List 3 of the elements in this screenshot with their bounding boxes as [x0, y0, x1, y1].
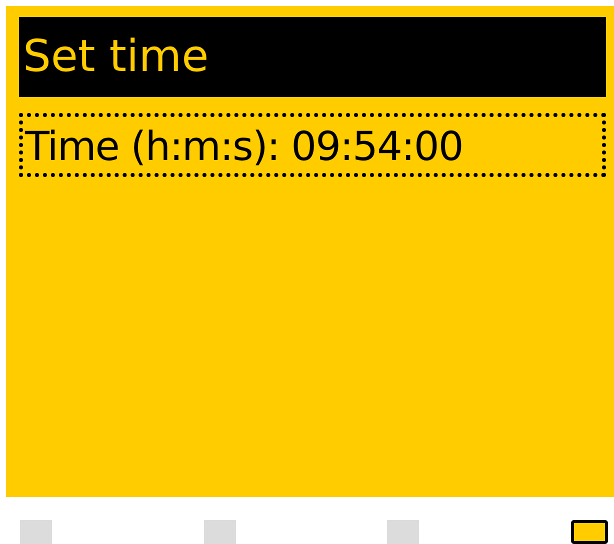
time-field[interactable]: Time (h:m:s): 09:54:00 [19, 113, 606, 177]
screen-title: Set time [19, 17, 606, 97]
page-indicator[interactable] [570, 520, 608, 544]
